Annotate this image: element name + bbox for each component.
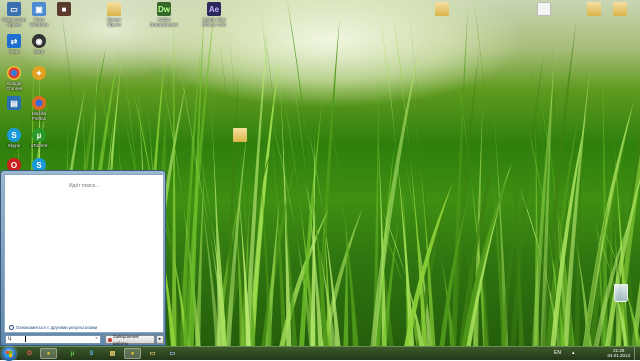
search-icon bbox=[9, 325, 14, 330]
document-icon bbox=[537, 2, 551, 16]
desktop-icon[interactable] bbox=[428, 2, 456, 17]
show-desktop-button[interactable] bbox=[634, 347, 640, 360]
sony-icon: ◉ bbox=[32, 34, 46, 48]
grass-blade bbox=[210, 92, 223, 346]
opera-icon: O bbox=[27, 350, 32, 357]
power-icon bbox=[108, 337, 112, 342]
shutdown-options-button[interactable]: ▸ bbox=[156, 335, 164, 344]
desktop-icon[interactable]: ▭ Компьютер Ярыня bbox=[0, 2, 28, 27]
app-icon: ✦ bbox=[32, 66, 46, 80]
desktop-icon[interactable]: Ярлык Ярыня bbox=[100, 2, 128, 27]
photo-icon: ▣ bbox=[32, 2, 46, 16]
desktop-icon[interactable]: Google Chrome bbox=[0, 66, 28, 91]
language-indicator[interactable]: EN bbox=[554, 350, 561, 356]
desktop-icon[interactable] bbox=[530, 2, 558, 17]
shutdown-label: Завершение работы bbox=[112, 333, 140, 346]
shutdown-button[interactable]: Завершение работы bbox=[105, 333, 155, 346]
grass-blade bbox=[171, 5, 177, 346]
taskbar-app[interactable]: O bbox=[21, 348, 38, 359]
teamviewer-icon: ⇄ bbox=[7, 34, 21, 48]
utorrent-icon: µ bbox=[32, 128, 46, 142]
dreamweaver-icon: Dw bbox=[157, 2, 171, 16]
folder-icon bbox=[435, 2, 449, 16]
folder-icon: ▭ bbox=[149, 351, 156, 357]
taskbar-app[interactable]: µ bbox=[64, 348, 81, 359]
system-tray: EN ▴ 21:28 04.01.2013 bbox=[550, 347, 640, 361]
folder-icon bbox=[587, 2, 601, 16]
chrome-icon: ● bbox=[130, 350, 135, 357]
desktop-icon[interactable]: ⇄ Team bbox=[0, 34, 28, 54]
chrome-icon: ● bbox=[46, 350, 51, 357]
desktop-icon[interactable] bbox=[606, 2, 634, 17]
taskbar-app[interactable]: ● bbox=[40, 348, 57, 359]
search-input-value: Ч bbox=[8, 336, 12, 343]
desktop-icon[interactable]: ▤ bbox=[0, 96, 28, 111]
desktop-icon[interactable]: Ae Adobe After Effects CS6 bbox=[200, 2, 228, 27]
taskbar-app[interactable]: ▭ bbox=[164, 348, 181, 359]
show-hidden-icons-icon[interactable]: ▴ bbox=[572, 350, 575, 356]
folder-icon bbox=[233, 128, 247, 142]
explorer-icon: ▤ bbox=[109, 351, 116, 357]
taskbar: O ● µ S ▤ ● ▭ ▭ EN ▴ 21:28 04.01.2013 bbox=[0, 346, 640, 361]
searching-status: Идёт поиск... bbox=[68, 183, 100, 189]
desktop-icon[interactable]: Mozilla Firefox bbox=[25, 96, 53, 121]
taskbar-app[interactable]: ● bbox=[124, 348, 141, 359]
grass-blade bbox=[248, 53, 281, 346]
folder-icon bbox=[107, 2, 121, 16]
after-effects-icon: Ae bbox=[207, 2, 221, 16]
desktop-icon[interactable]: S Skype bbox=[0, 128, 28, 148]
skype-icon: S bbox=[89, 350, 94, 357]
clock-date: 04.01.2013 bbox=[607, 353, 630, 358]
folder-icon bbox=[613, 2, 627, 16]
search-input[interactable]: Ч × bbox=[5, 335, 101, 344]
media-icon: ■ bbox=[57, 2, 71, 16]
app-icon: ▭ bbox=[169, 351, 176, 357]
taskbar-app[interactable]: ▤ bbox=[104, 348, 121, 359]
taskbar-app[interactable]: S bbox=[83, 348, 100, 359]
text-caret bbox=[25, 336, 27, 342]
start-button[interactable] bbox=[2, 347, 16, 361]
desktop-icon[interactable]: Dw Adobe Dreamweaver bbox=[150, 2, 178, 27]
clear-search-icon[interactable]: × bbox=[95, 336, 98, 343]
chrome-icon bbox=[7, 66, 21, 80]
desktop-icon[interactable]: µ uTorrent bbox=[25, 128, 53, 148]
chevron-right-icon: ▸ bbox=[158, 336, 162, 342]
desktop-icon[interactable]: ◉ Sony bbox=[25, 34, 53, 54]
windows-logo-icon bbox=[6, 351, 12, 357]
recycle-bin-icon[interactable] bbox=[614, 284, 628, 302]
desktop-icon[interactable]: ■ bbox=[50, 2, 78, 17]
search-results-panel: Идёт поиск... Ознакомиться с другими рез… bbox=[4, 174, 164, 333]
desktop-icon[interactable]: ▣ Фото Windows bbox=[25, 2, 53, 27]
more-results-label: Ознакомиться с другими результатами bbox=[16, 325, 98, 330]
desktop-icon[interactable] bbox=[580, 2, 608, 17]
start-menu: Идёт поиск... Ознакомиться с другими рез… bbox=[0, 170, 166, 346]
computer-icon: ▭ bbox=[7, 2, 21, 16]
firefox-icon bbox=[32, 96, 46, 110]
taskbar-app[interactable]: ▭ bbox=[144, 348, 161, 359]
skype-icon: S bbox=[7, 128, 21, 142]
utorrent-icon: µ bbox=[70, 350, 75, 357]
mycomputer-icon: ▤ bbox=[7, 96, 21, 110]
desktop-icon[interactable]: ✦ bbox=[25, 66, 53, 81]
clock[interactable]: 21:28 04.01.2013 bbox=[607, 348, 630, 358]
desktop-icon[interactable] bbox=[226, 128, 254, 143]
more-results-link[interactable]: Ознакомиться с другими результатами bbox=[9, 325, 97, 330]
